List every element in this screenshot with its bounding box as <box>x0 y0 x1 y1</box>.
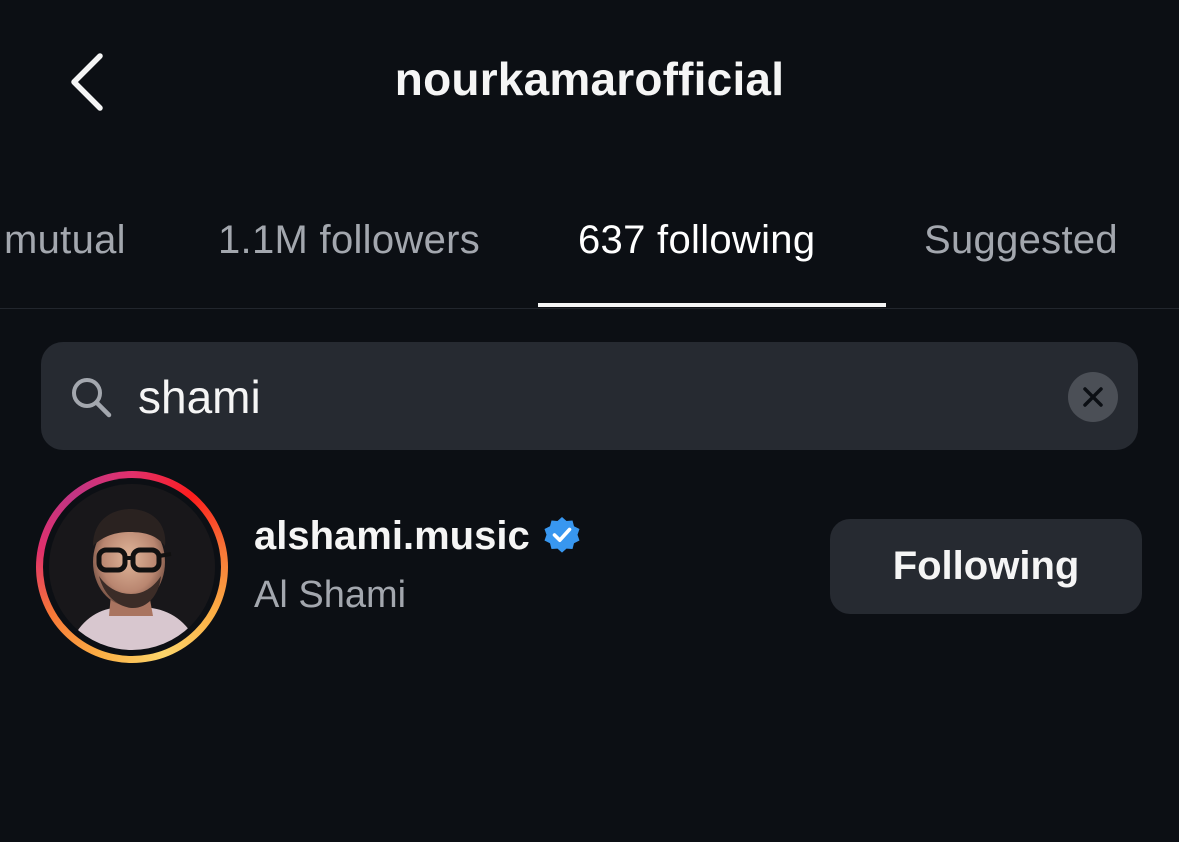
search-input[interactable] <box>138 366 1018 428</box>
tab-mutual[interactable]: mutual <box>4 218 126 263</box>
clear-search-button[interactable] <box>1068 372 1118 422</box>
username-row[interactable]: alshami.music <box>254 514 582 559</box>
tab-followers[interactable]: 1.1M followers <box>218 218 480 263</box>
following-button[interactable]: Following <box>830 519 1142 614</box>
page-title: nourkamarofficial <box>394 53 785 105</box>
full-name: Al Shami <box>254 574 407 616</box>
close-icon <box>1083 387 1103 407</box>
tab-suggested[interactable]: Suggested <box>924 218 1118 263</box>
avatar-photo <box>49 484 215 650</box>
verified-badge-icon <box>544 516 580 553</box>
avatar <box>49 484 215 650</box>
avatar-story-ring[interactable] <box>36 471 228 663</box>
tab-bar: mutual 1.1M followers 637 following Sugg… <box>0 200 1179 309</box>
search-icon <box>72 378 112 418</box>
username: alshami.music <box>254 514 530 558</box>
active-tab-indicator <box>538 303 886 307</box>
top-bar: nourkamarofficial <box>0 0 1179 165</box>
tab-following[interactable]: 637 following <box>578 218 815 263</box>
